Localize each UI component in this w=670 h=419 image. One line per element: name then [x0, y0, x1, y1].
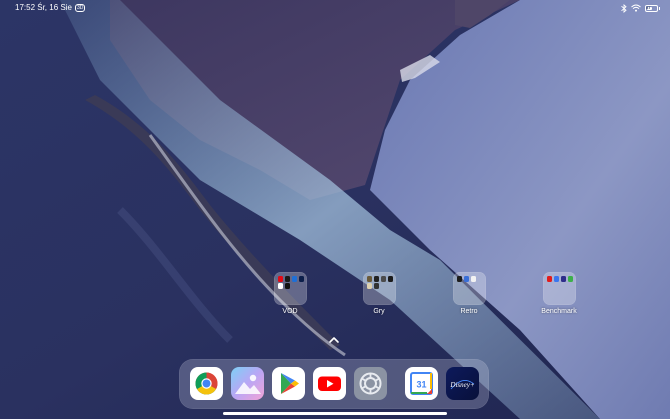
youtube-icon[interactable]	[313, 367, 346, 400]
status-icons: 57	[621, 2, 660, 14]
disney-plus-text: Disney+	[449, 381, 474, 389]
notification-badge: 3D	[74, 4, 86, 12]
folder-gry-preview	[362, 272, 396, 305]
status-time-date: 17:52 Śr, 16 Sie	[15, 3, 72, 12]
folder-retro-label: Retro	[460, 308, 478, 315]
folder-app-icon	[380, 276, 386, 282]
folder-app-icon	[553, 276, 559, 282]
folder-app-icon	[373, 276, 379, 282]
folder-app-icon	[298, 276, 304, 282]
folder-vod[interactable]: VOD	[260, 272, 320, 315]
calendar-icon[interactable]: 31	[405, 367, 438, 400]
folder-benchmark[interactable]: Benchmark	[529, 272, 589, 315]
folder-vod-preview	[273, 272, 307, 305]
folder-app-icon	[463, 276, 469, 282]
folder-app-icon	[560, 276, 566, 282]
folder-app-icon	[284, 276, 290, 282]
settings-icon[interactable]	[354, 367, 387, 400]
folder-app-icon	[366, 276, 372, 282]
wifi-icon	[631, 4, 641, 12]
folder-app-icon	[284, 283, 290, 289]
chevron-up-icon[interactable]	[327, 335, 341, 345]
battery-icon: 57	[645, 4, 660, 12]
play-store-icon[interactable]	[272, 367, 305, 400]
status-bar: 17:52 Śr, 16 Sie 3D 57	[0, 0, 670, 16]
folder-benchmark-label: Benchmark	[541, 308, 577, 315]
disney-plus-icon[interactable]: Disney+	[446, 367, 479, 400]
dock: 31 Disney+	[179, 359, 489, 409]
folder-vod-label: VOD	[282, 308, 298, 315]
folder-app-icon	[277, 283, 283, 289]
chrome-icon[interactable]	[190, 367, 223, 400]
folder-app-icon	[567, 276, 573, 282]
folder-benchmark-preview	[542, 272, 576, 305]
folder-app-icon	[366, 283, 372, 289]
folder-retro-preview	[452, 272, 486, 305]
status-time: 17:52 Śr, 16 Sie 3D	[15, 3, 86, 12]
battery-level-text: 57	[646, 4, 651, 10]
folder-gry[interactable]: Gry	[349, 272, 409, 315]
gallery-icon[interactable]	[231, 367, 264, 400]
folder-retro[interactable]: Retro	[439, 272, 499, 315]
home-indicator[interactable]	[223, 412, 447, 415]
folder-gry-label: Gry	[373, 308, 385, 315]
bluetooth-icon	[621, 3, 627, 13]
folder-app-icon	[456, 276, 462, 282]
folder-app-icon	[277, 276, 283, 282]
folder-app-icon	[373, 283, 379, 289]
calendar-day: 31	[416, 380, 426, 390]
wallpaper	[0, 0, 670, 419]
folder-app-icon	[291, 276, 297, 282]
folder-app-icon	[387, 276, 393, 282]
folder-app-icon	[546, 276, 552, 282]
folder-app-icon	[470, 276, 476, 282]
